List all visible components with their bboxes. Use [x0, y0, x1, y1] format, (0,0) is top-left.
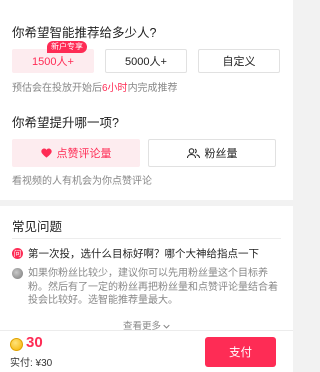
audience-title: 你希望智能推荐给多少人?: [12, 26, 157, 40]
heart-icon: [40, 148, 52, 158]
audience-option-5000[interactable]: 5000人+: [105, 49, 187, 73]
faq-question[interactable]: 问 第一次投，选什么目标好啊？哪个大神给指点一下: [12, 246, 283, 261]
faq-answer: 如果你粉丝比较少，建议你可以先用粉丝量这个目标养粉。然后有了一定的粉丝再把粉丝量…: [12, 267, 283, 308]
goal-hint: 看视频的人有机会为你点赞评论: [12, 176, 152, 187]
audience-option-custom[interactable]: 自定义: [198, 49, 280, 73]
paid-amount: 实付: ¥30: [10, 358, 53, 369]
audience-option-label: 自定义: [222, 56, 256, 68]
users-icon: [186, 147, 200, 158]
pay-button[interactable]: 支付: [205, 337, 276, 367]
goal-option-label: 点赞评论量: [56, 148, 112, 160]
faq-question-text: 第一次投，选什么目标好啊？哪个大神给指点一下: [28, 248, 259, 260]
settings-card: 你希望智能推荐给多少人? 新户专享 1500人+ 5000人+ 自定义 预估会在…: [0, 0, 293, 200]
question-icon: 问: [12, 248, 23, 259]
faq-divider: [12, 238, 281, 239]
goal-option-followers[interactable]: 粉丝量: [148, 139, 276, 167]
chevron-down-icon: [163, 324, 170, 329]
faq-answer-text: 如果你粉丝比较少，建议你可以先用粉丝量这个目标养粉。然后有了一定的粉丝再把粉丝量…: [28, 268, 278, 306]
goal-title: 你希望提升哪一项?: [12, 116, 119, 130]
faq-title: 常见问题: [12, 220, 63, 234]
audience-option-label: 1500人+: [32, 56, 74, 68]
audience-option-label: 5000人+: [125, 56, 167, 68]
goal-option-label: 粉丝量: [204, 148, 238, 160]
faq-card: 常见问题 问 第一次投，选什么目标好啊？哪个大神给指点一下 如果你粉丝比较少，建…: [0, 206, 293, 332]
avatar: [12, 268, 23, 279]
audience-hint: 预估会在投放开始后6小时内完成推荐: [12, 83, 178, 94]
audience-option-1500[interactable]: 新户专享 1500人+: [12, 41, 94, 73]
goal-option-likes-comments[interactable]: 点赞评论量: [12, 139, 140, 167]
hint-highlight: 6小时: [102, 83, 128, 94]
price: 30: [26, 334, 43, 351]
coin-icon: [10, 338, 23, 351]
new-user-badge: 新户专享: [47, 41, 87, 53]
